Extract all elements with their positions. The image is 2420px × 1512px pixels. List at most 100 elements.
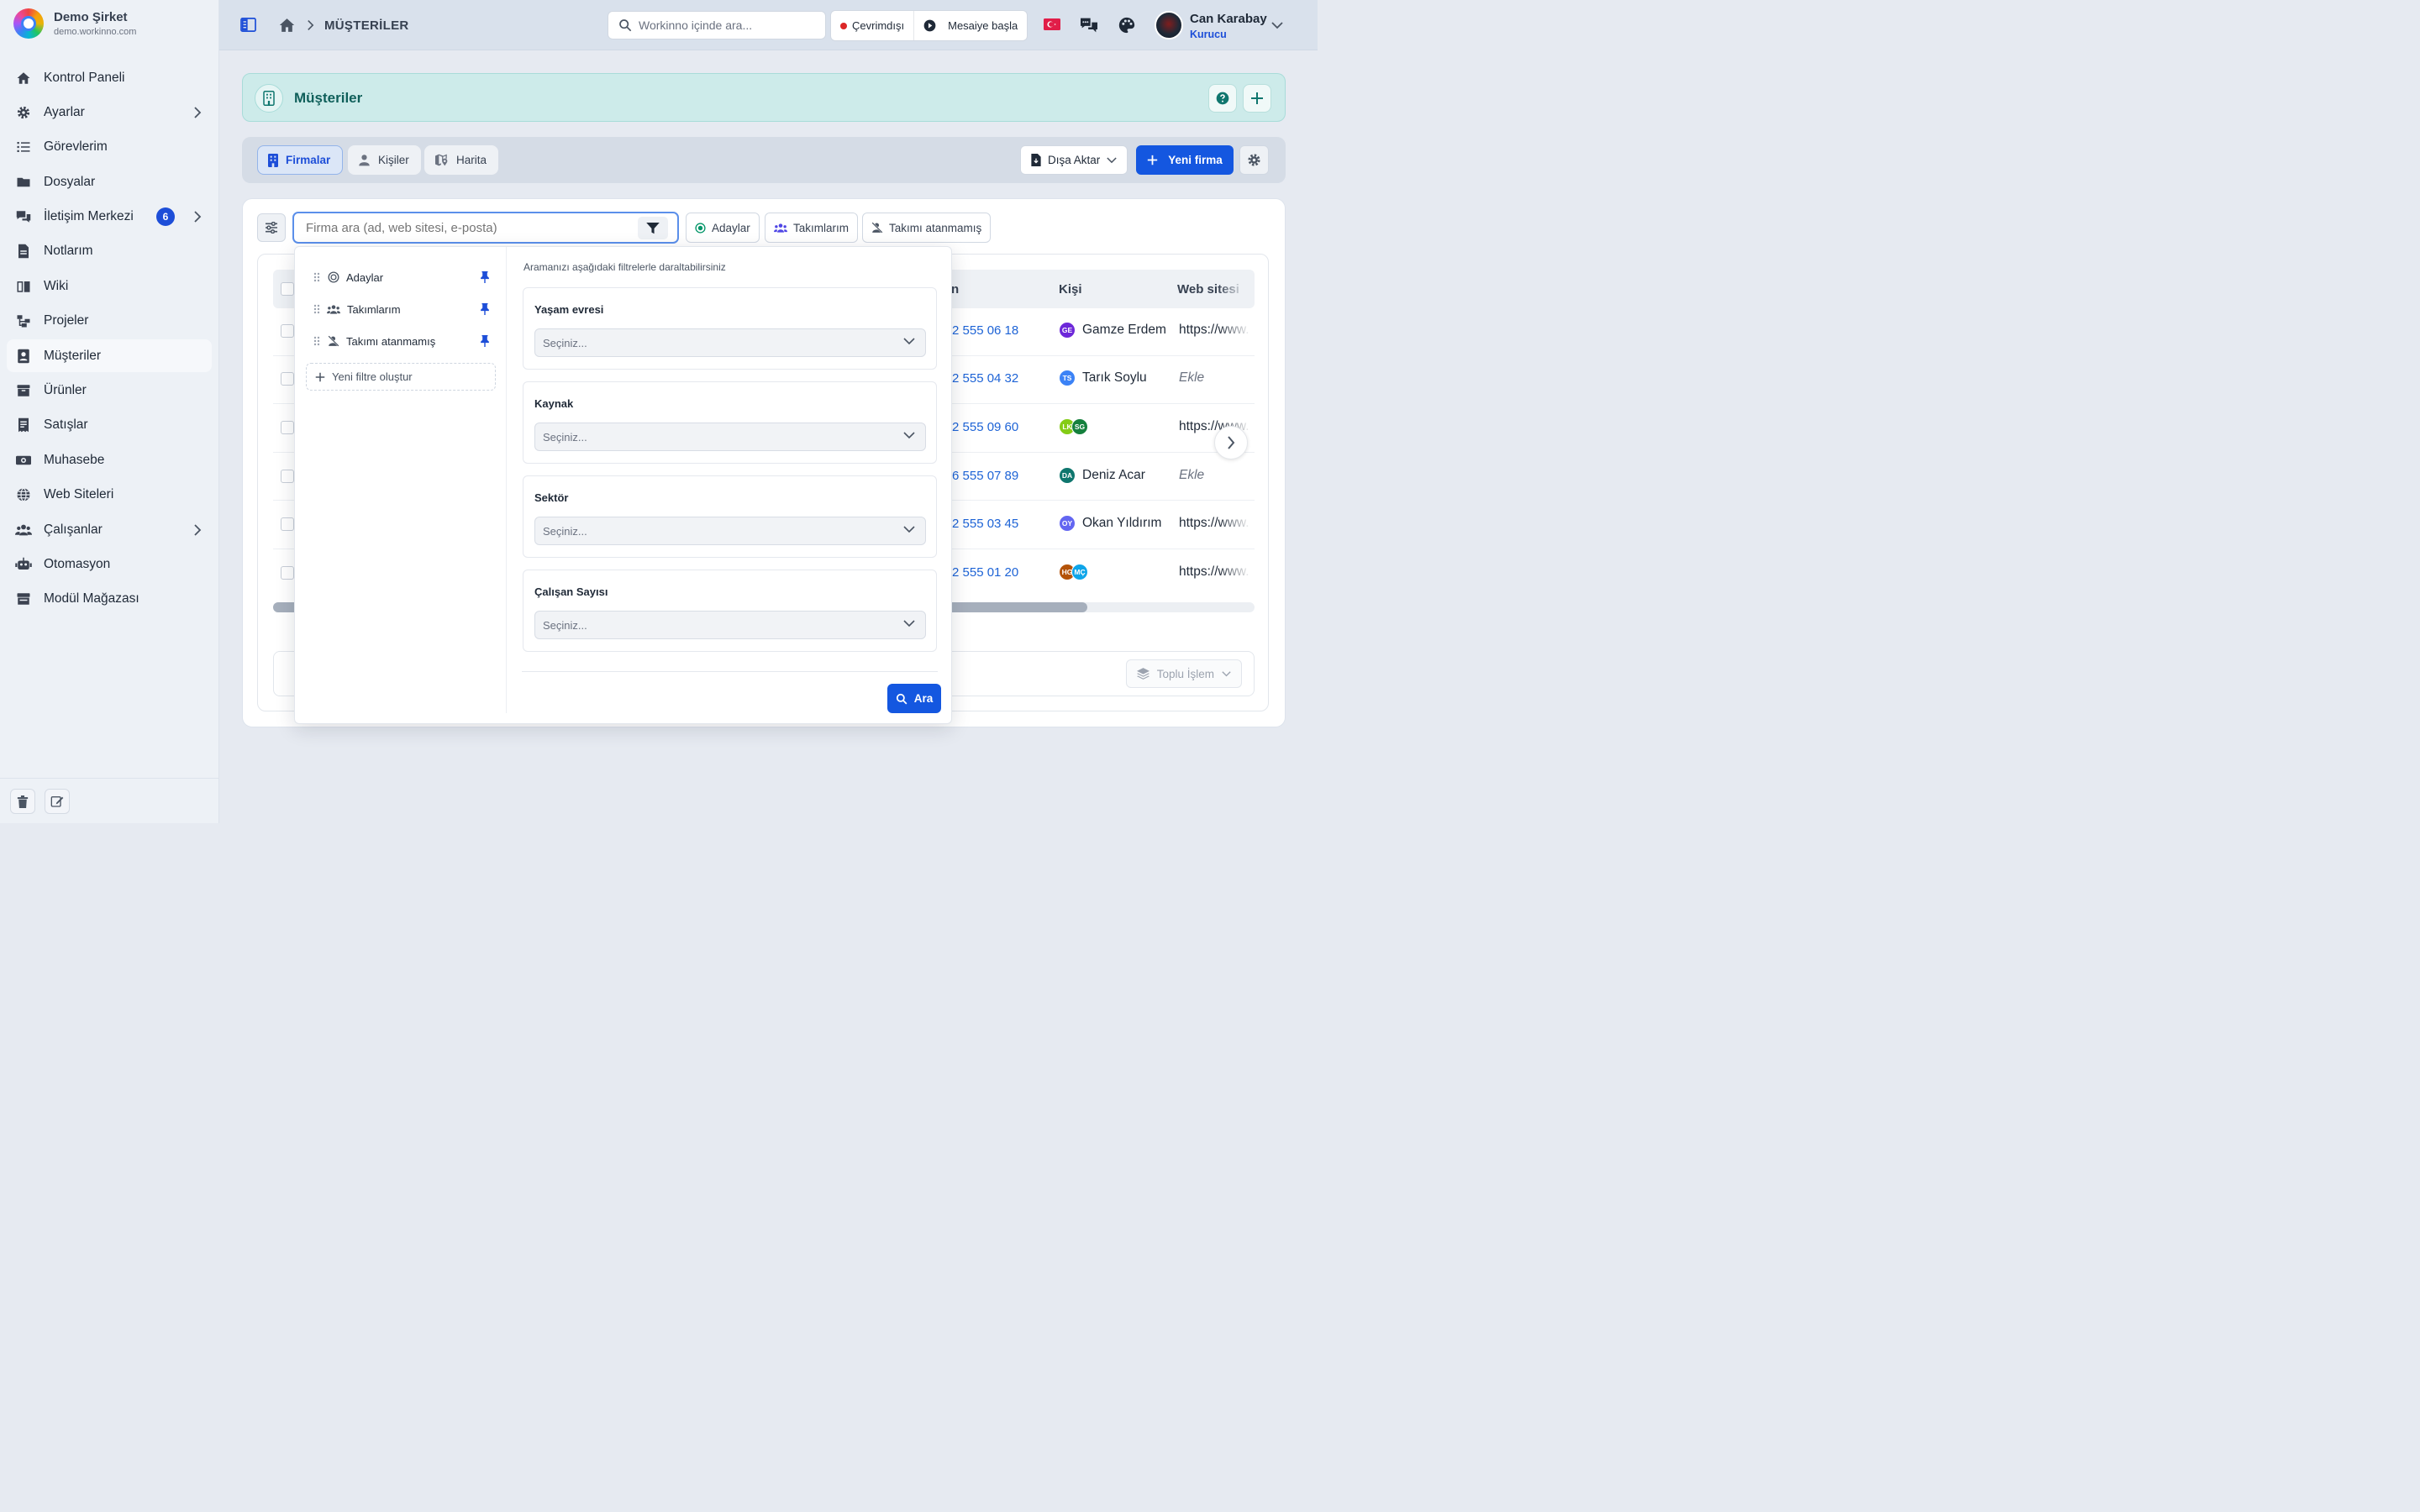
- person-cell[interactable]: GE Gamze Erdem: [1059, 321, 1166, 339]
- status-offline-button[interactable]: Çevrimdışı: [831, 11, 913, 40]
- help-button[interactable]: [1208, 84, 1237, 113]
- new-company-button[interactable]: Yeni firma: [1136, 145, 1234, 175]
- trash-button[interactable]: [10, 789, 35, 814]
- avatar: MÇ: [1071, 563, 1088, 580]
- brand-url: demo.workinno.com: [54, 27, 137, 37]
- person-cell[interactable]: LK SG: [1059, 418, 1088, 435]
- sidebar-item-urunler[interactable]: Ürünler: [7, 375, 212, 407]
- filter-panel-toggle[interactable]: [257, 213, 286, 242]
- sidebar-item-gorevlerim[interactable]: Görevlerim: [7, 131, 212, 164]
- pin-icon[interactable]: [480, 303, 490, 315]
- avatar: TS: [1059, 370, 1076, 387]
- tab-kisiler[interactable]: Kişiler: [348, 145, 421, 175]
- tab-harita[interactable]: Harita: [424, 145, 499, 175]
- phone-cell[interactable]: 2 555 01 20: [952, 565, 1018, 580]
- saved-filters-panel: Adaylar Takımlarım Takımı atanmamış Yeni…: [295, 247, 507, 713]
- website-cell[interactable]: https://www.: [1179, 323, 1251, 338]
- phone-cell[interactable]: 2 555 09 60: [952, 420, 1018, 434]
- sidebar-item-satislar[interactable]: Satışlar: [7, 409, 212, 442]
- edit-icon: [50, 796, 64, 807]
- search-button[interactable]: Ara: [887, 684, 941, 713]
- sidebar-item-kontrol-paneli[interactable]: Kontrol Paneli: [7, 61, 212, 94]
- add-button[interactable]: [1243, 84, 1271, 113]
- source-select[interactable]: Seçiniz...: [534, 423, 926, 451]
- person-name: Gamze Erdem: [1082, 322, 1166, 337]
- row-checkbox[interactable]: [281, 565, 294, 580]
- avatar-group: DA: [1059, 466, 1076, 484]
- table-settings-button[interactable]: [1239, 145, 1269, 175]
- sidebar-item-dosyalar[interactable]: Dosyalar: [7, 165, 212, 198]
- filter-group-label: Yaşam evresi: [534, 303, 604, 316]
- search-filter-button[interactable]: [638, 217, 668, 239]
- chip-adaylar[interactable]: Adaylar: [686, 213, 760, 243]
- select-placeholder: Seçiniz...: [543, 336, 587, 349]
- pin-icon[interactable]: [480, 271, 490, 283]
- filter-group-label: Çalışan Sayısı: [534, 585, 608, 598]
- create-filter-button[interactable]: Yeni filtre oluştur: [306, 363, 496, 391]
- sidebar-item-modul-magazasi[interactable]: Modül Mağazası: [7, 583, 212, 616]
- sector-select[interactable]: Seçiniz...: [534, 517, 926, 545]
- project-icon: [15, 312, 32, 329]
- saved-filter-adaylar[interactable]: Adaylar: [313, 267, 490, 287]
- add-website-link[interactable]: Ekle: [1179, 468, 1251, 483]
- sidebar-item-web-siteleri[interactable]: Web Siteleri: [7, 479, 212, 512]
- sidebar-item-projeler[interactable]: Projeler: [7, 305, 212, 338]
- filter-group-label: Kaynak: [534, 397, 574, 410]
- messages-button[interactable]: [1080, 17, 1098, 34]
- scroll-right-button[interactable]: [1214, 426, 1248, 459]
- phone-cell[interactable]: 2 555 06 18: [952, 323, 1018, 338]
- create-filter-label: Yeni filtre oluştur: [332, 370, 413, 383]
- person-cell[interactable]: TS Tarık Soylu: [1059, 370, 1147, 387]
- employee-count-select[interactable]: Seçiniz...: [534, 611, 926, 639]
- export-button[interactable]: Dışa Aktar: [1020, 145, 1128, 175]
- help-icon: [1216, 92, 1229, 105]
- chip-takimlarim[interactable]: Takımlarım: [765, 213, 859, 243]
- saved-filter-takimlarim[interactable]: Takımlarım: [313, 299, 490, 319]
- sidebar-item-iletisim-merkezi[interactable]: İletişim Merkezi 6: [7, 201, 212, 234]
- website-cell[interactable]: https://www.: [1179, 564, 1251, 580]
- person-cell[interactable]: DA Deniz Acar: [1059, 466, 1145, 484]
- row-checkbox[interactable]: [281, 323, 294, 338]
- row-checkbox[interactable]: [281, 372, 294, 386]
- row-checkbox[interactable]: [281, 421, 294, 434]
- sidebar-item-calisanlar[interactable]: Çalışanlar: [7, 513, 212, 546]
- person-name: Deniz Acar: [1082, 467, 1145, 482]
- sidebar-item-otomasyon[interactable]: Otomasyon: [7, 548, 212, 580]
- bulk-action-button[interactable]: Toplu İşlem: [1125, 659, 1242, 688]
- export-label: Dışa Aktar: [1048, 154, 1101, 166]
- start-shift-button[interactable]: Mesaiye başla: [913, 11, 1027, 40]
- row-checkbox[interactable]: [281, 469, 294, 483]
- sidebar-toggle-button[interactable]: [240, 18, 256, 32]
- sidebar-item-label: Projeler: [44, 313, 89, 328]
- pin-icon[interactable]: [480, 335, 490, 347]
- chip-takimi-atanmamis[interactable]: Takımı atanmamış: [862, 213, 992, 243]
- lifecycle-select[interactable]: Seçiniz...: [534, 328, 926, 357]
- sidebar-item-ayarlar[interactable]: Ayarlar: [7, 96, 212, 129]
- tab-firmalar[interactable]: Firmalar: [257, 145, 344, 175]
- sidebar-item-muhasebe[interactable]: Muhasebe: [7, 444, 212, 476]
- person-cell[interactable]: OY Okan Yıldırım: [1059, 515, 1161, 533]
- phone-cell[interactable]: 2 555 03 45: [952, 517, 1018, 531]
- website-cell[interactable]: https://www.: [1179, 516, 1251, 531]
- home-breadcrumb[interactable]: [279, 18, 295, 33]
- person-cell[interactable]: HG MÇ: [1059, 563, 1088, 580]
- select-all-checkbox[interactable]: [281, 282, 294, 296]
- phone-cell[interactable]: 6 555 07 89: [952, 469, 1018, 483]
- saved-filter-takimi-atanmamis[interactable]: Takımı atanmamış: [313, 331, 490, 351]
- user-menu[interactable]: Can Karabay Kurucu: [1190, 12, 1267, 40]
- add-website-link[interactable]: Ekle: [1179, 370, 1251, 386]
- language-flag-button[interactable]: [1044, 18, 1060, 30]
- bulk-action-label: Toplu İşlem: [1156, 667, 1214, 680]
- chevron-down-icon[interactable]: [1271, 22, 1283, 29]
- theme-button[interactable]: [1118, 17, 1135, 34]
- sidebar-item-wiki[interactable]: Wiki: [7, 270, 212, 302]
- avatar[interactable]: [1155, 11, 1183, 39]
- row-checkbox[interactable]: [281, 517, 294, 532]
- company-search-input[interactable]: [292, 212, 679, 244]
- sidebar-item-notlarim[interactable]: Notlarım: [7, 235, 212, 268]
- phone-cell[interactable]: 2 555 04 32: [952, 371, 1018, 386]
- sidebar-item-musteriler[interactable]: Müşteriler: [7, 339, 212, 373]
- edit-button[interactable]: [45, 789, 70, 814]
- brand[interactable]: Demo Şirket demo.workinno.com: [13, 8, 136, 39]
- global-search-input[interactable]: Workinno içinde ara...: [608, 11, 826, 39]
